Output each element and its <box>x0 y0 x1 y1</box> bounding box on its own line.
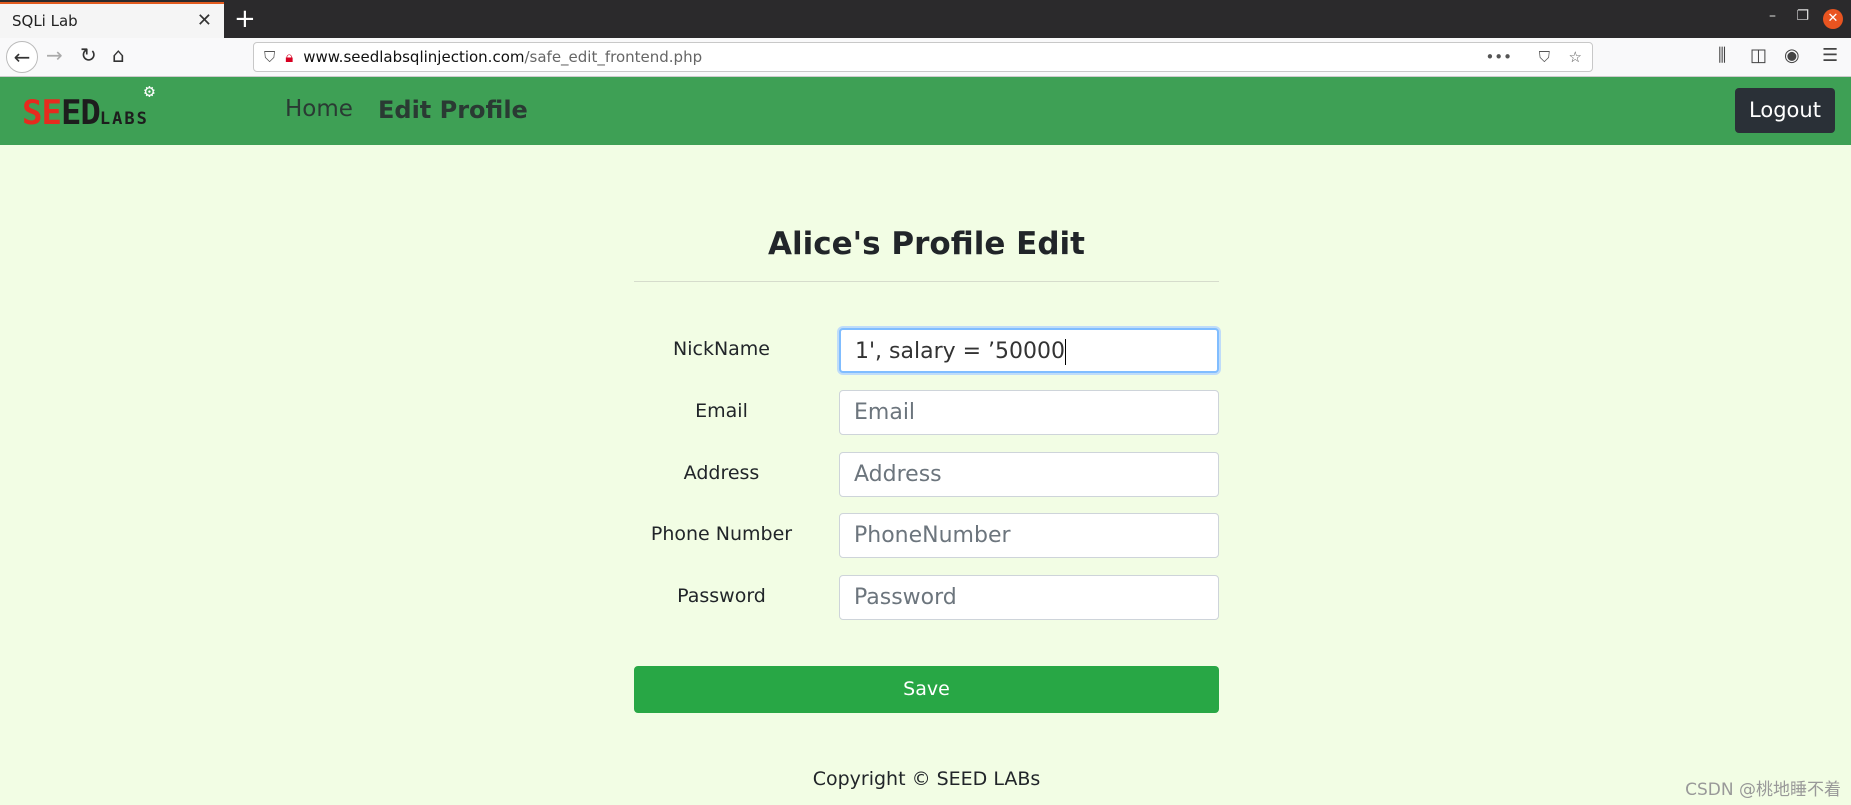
password-label: Password <box>677 585 766 607</box>
address-input[interactable]: Address <box>839 452 1219 497</box>
watermark: CSDN @桃地睡不着 <box>1685 780 1841 800</box>
email-input[interactable]: Email <box>839 390 1219 435</box>
forward-icon[interactable]: → <box>46 43 63 67</box>
minimize-icon[interactable]: – <box>1769 8 1776 24</box>
navbar: SEEDLABS ⚙ Home Edit Profile Logout <box>0 77 1851 145</box>
home-icon[interactable]: ⌂ <box>112 43 125 67</box>
library-icon[interactable]: ⫼ <box>1718 45 1726 66</box>
page-title: Alice's Profile Edit <box>768 226 1085 262</box>
email-label: Email <box>695 400 748 422</box>
restore-icon[interactable]: ❐ <box>1796 8 1809 24</box>
back-icon[interactable]: ← <box>6 41 38 73</box>
address-label: Address <box>683 462 760 484</box>
url-bar[interactable]: ⛉ 🔒︎ www.seedlabsqlinjection.com/safe_ed… <box>253 42 1593 72</box>
text-caret <box>1065 339 1067 365</box>
url-domain: www.seedlabsqlinjection.com <box>303 48 525 66</box>
save-button[interactable]: Save <box>634 666 1219 713</box>
reload-icon[interactable]: ↻ <box>80 43 97 67</box>
bookmark-star-icon[interactable]: ☆ <box>1569 48 1582 66</box>
close-window-icon[interactable]: ✕ <box>1823 9 1843 29</box>
url-path: /safe_edit_frontend.php <box>524 48 703 66</box>
more-icon[interactable]: ••• <box>1485 48 1512 66</box>
sidebar-icon[interactable]: ◫ <box>1750 45 1767 66</box>
new-tab-icon[interactable]: + <box>234 4 256 34</box>
nickname-label: NickName <box>673 338 770 360</box>
gear-icon: ⚙ <box>144 81 155 102</box>
logout-button[interactable]: Logout <box>1735 88 1835 133</box>
nickname-input[interactable]: 1', salary = ’50000 <box>839 328 1219 373</box>
nav-home[interactable]: Home <box>285 96 353 122</box>
nav-edit-profile[interactable]: Edit Profile <box>378 96 528 124</box>
menu-icon[interactable]: ☰ <box>1822 45 1838 66</box>
account-icon[interactable]: ◉ <box>1784 45 1800 66</box>
shield-icon: ⛉ <box>264 48 276 66</box>
divider <box>634 281 1219 282</box>
tab-bar: SQLi Lab ✕ + – ❐ ✕ <box>0 0 1851 38</box>
close-tab-icon[interactable]: ✕ <box>197 10 212 31</box>
phone-input[interactable]: PhoneNumber <box>839 513 1219 558</box>
phone-label: Phone Number <box>650 523 793 545</box>
copyright: Copyright © SEED LABs <box>812 768 1041 790</box>
browser-tab[interactable]: SQLi Lab ✕ <box>0 2 224 38</box>
nickname-value: 1', salary = ’50000 <box>855 339 1066 364</box>
pocket-icon[interactable]: ⛉ <box>1539 48 1550 66</box>
insecure-lock-icon: 🔒︎ <box>285 48 294 66</box>
tab-title: SQLi Lab <box>12 12 78 30</box>
password-input[interactable]: Password <box>839 575 1219 620</box>
seed-labs-logo[interactable]: SEEDLABS ⚙ <box>22 81 155 133</box>
browser-toolbar: ← → ↻ ⌂ ⛉ 🔒︎ www.seedlabsqlinjection.com… <box>0 38 1851 77</box>
